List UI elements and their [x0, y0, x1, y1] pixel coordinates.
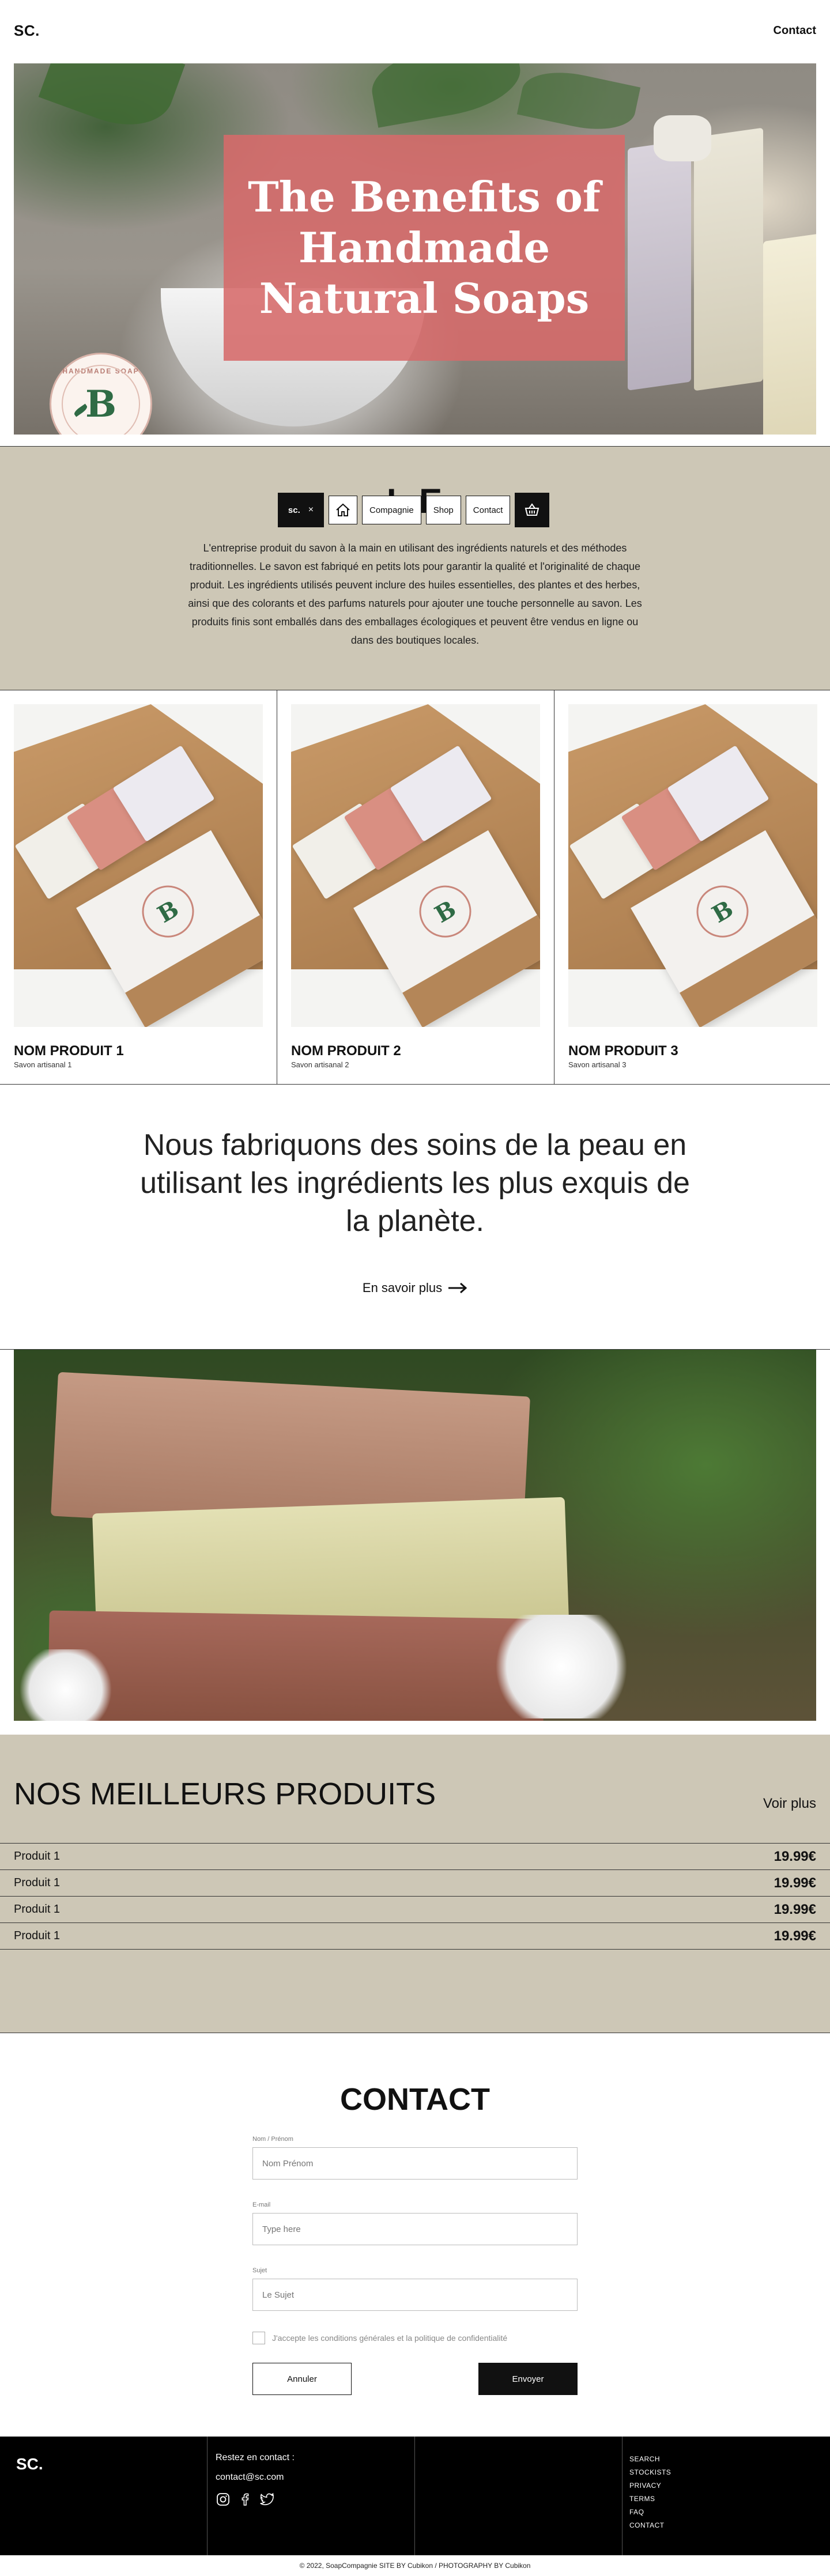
- name-label: Nom / Prénom: [252, 2136, 293, 2143]
- email-label: E-mail: [252, 2201, 271, 2208]
- product-subtitle: Savon artisanal 2: [291, 1060, 349, 1069]
- arrow-right-icon: [448, 1282, 467, 1294]
- product-image: B: [291, 704, 540, 1027]
- nav-compagnie[interactable]: Compagnie: [362, 496, 421, 524]
- list-item[interactable]: Produit 1 19.99€: [0, 1897, 830, 1923]
- product-name: NOM PRODUIT 3: [568, 1043, 678, 1059]
- footer-link-terms[interactable]: TERMS: [629, 2492, 671, 2506]
- instagram-icon[interactable]: [216, 2492, 231, 2507]
- send-button[interactable]: Envoyer: [478, 2363, 578, 2395]
- product-image: B: [14, 704, 263, 1027]
- subject-label: Sujet: [252, 2267, 267, 2274]
- leaf-decoration: [516, 63, 641, 138]
- tagline-text: Nous fabriquons des soins de la peau en …: [140, 1128, 690, 1238]
- item-price: 19.99€: [774, 1928, 816, 1944]
- learn-more-label: En savoir plus: [362, 1281, 443, 1295]
- facebook-icon[interactable]: [237, 2492, 252, 2507]
- home-icon: [336, 503, 350, 516]
- product-subtitle: Savon artisanal 1: [14, 1060, 72, 1069]
- learn-more-link[interactable]: En savoir plus: [0, 1281, 830, 1295]
- basket-icon: [525, 503, 540, 516]
- list-item[interactable]: Produit 1 19.99€: [0, 1844, 830, 1870]
- site-header: SC. Contact: [0, 0, 830, 63]
- cart-button[interactable]: [515, 493, 550, 527]
- close-icon[interactable]: ×: [308, 505, 314, 515]
- item-name: Produit 1: [14, 1876, 61, 1889]
- product-card[interactable]: B NOM PRODUIT 1 Savon artisanal 1: [0, 690, 277, 1084]
- item-name: Produit 1: [14, 1929, 61, 1942]
- soap-bar-image: [694, 127, 763, 391]
- footer-links-column: SEARCH STOCKISTS PRIVACY TERMS FAQ CONTA…: [622, 2437, 830, 2555]
- footer-brand-column: SC.: [0, 2437, 207, 2555]
- footer-contact-column: Restez en contact : contact@sc.com: [207, 2437, 415, 2555]
- contact-section: CONTACT Nom / Prénom E-mail Sujet J'acce…: [0, 2033, 830, 2437]
- hero-title: The Benefits of Handmade Natural Soaps: [248, 172, 601, 323]
- subject-field[interactable]: [252, 2279, 578, 2311]
- nav-shop[interactable]: Shop: [425, 496, 461, 524]
- best-products-section: NOS MEILLEURS PRODUITS Voir plus Produit…: [0, 1735, 830, 2033]
- footer-logo[interactable]: SC.: [16, 2455, 43, 2473]
- item-price: 19.99€: [774, 1875, 816, 1891]
- handmade-soap-seal: HANDMADE SOAP B: [50, 353, 152, 435]
- list-item[interactable]: Produit 1 19.99€: [0, 1923, 830, 1950]
- soap-bar-image: [628, 139, 691, 391]
- list-item[interactable]: Produit 1 19.99€: [0, 1870, 830, 1897]
- home-button[interactable]: [329, 496, 357, 524]
- leaf-decoration: [366, 63, 526, 128]
- floating-nav: sc. × Compagnie Shop Contact: [278, 493, 550, 527]
- best-products-list: Produit 1 19.99€ Produit 1 19.99€ Produi…: [0, 1843, 830, 1950]
- floating-nav-logo-text: sc.: [288, 505, 300, 515]
- item-name: Produit 1: [14, 1903, 61, 1916]
- name-field[interactable]: [252, 2147, 578, 2180]
- footer-stay-label: Restez en contact :: [216, 2453, 295, 2462]
- footer-link-contact[interactable]: CONTACT: [629, 2519, 671, 2532]
- footer-link-stockists[interactable]: STOCKISTS: [629, 2466, 671, 2479]
- item-name: Produit 1: [14, 1850, 61, 1863]
- email-field[interactable]: [252, 2213, 578, 2245]
- site-logo[interactable]: SC.: [14, 22, 40, 40]
- footer-link-privacy[interactable]: PRIVACY: [629, 2479, 671, 2492]
- floating-nav-logo[interactable]: sc. ×: [278, 493, 324, 527]
- twitter-icon[interactable]: [259, 2492, 274, 2507]
- tagline-section: Nous fabriquons des soins de la peau en …: [0, 1085, 830, 1350]
- copyright: © 2022, SoapCompagnie SITE BY Cubikon / …: [299, 2562, 531, 2570]
- soap-stack-photo: [14, 1350, 816, 1721]
- seal-emblem: B: [62, 365, 140, 435]
- seal-letter: B: [85, 382, 117, 426]
- leaf-decoration: [38, 63, 186, 141]
- footer-link-search[interactable]: SEARCH: [629, 2453, 671, 2466]
- hero-title-box: The Benefits of Handmade Natural Soaps: [224, 135, 625, 361]
- product-card[interactable]: B NOM PRODUIT 3 Savon artisanal 3: [554, 690, 830, 1084]
- product-image: B: [568, 704, 817, 1027]
- footer-spacer-column: [415, 2437, 622, 2555]
- consent-label: J'accepte les conditions générales et la…: [272, 2333, 508, 2343]
- consent-checkbox[interactable]: [252, 2332, 265, 2344]
- cancel-button[interactable]: Annuler: [252, 2363, 352, 2395]
- product-card[interactable]: B NOM PRODUIT 2 Savon artisanal 2: [277, 690, 554, 1084]
- best-products-title: NOS MEILLEURS PRODUITS: [14, 1777, 436, 1811]
- product-grid: B NOM PRODUIT 1 Savon artisanal 1 B NOM …: [0, 690, 830, 1085]
- contact-title: CONTACT: [340, 2082, 490, 2117]
- soap-bar-image: [763, 231, 816, 435]
- soap-chunk-image: [654, 115, 711, 161]
- site-footer: SC. Restez en contact : contact@sc.com S…: [0, 2437, 830, 2555]
- header-contact-link[interactable]: Contact: [774, 24, 816, 37]
- footer-links: SEARCH STOCKISTS PRIVACY TERMS FAQ CONTA…: [629, 2453, 671, 2532]
- footer-link-faq[interactable]: FAQ: [629, 2506, 671, 2519]
- hero-banner: The Benefits of Handmade Natural Soaps H…: [14, 63, 816, 435]
- item-price: 19.99€: [774, 1901, 816, 1917]
- about-section: L E sc. × Compagnie Shop Contact L'entre…: [0, 446, 830, 690]
- social-links: [216, 2492, 274, 2507]
- product-name: NOM PRODUIT 2: [291, 1043, 401, 1059]
- about-text: L'entreprise produit du savon à la main …: [188, 542, 642, 646]
- see-more-link[interactable]: Voir plus: [763, 1796, 816, 1812]
- product-name: NOM PRODUIT 1: [14, 1043, 124, 1059]
- product-subtitle: Savon artisanal 3: [568, 1060, 627, 1069]
- nav-contact[interactable]: Contact: [465, 496, 511, 524]
- item-price: 19.99€: [774, 1848, 816, 1864]
- footer-email-link[interactable]: contact@sc.com: [216, 2472, 284, 2483]
